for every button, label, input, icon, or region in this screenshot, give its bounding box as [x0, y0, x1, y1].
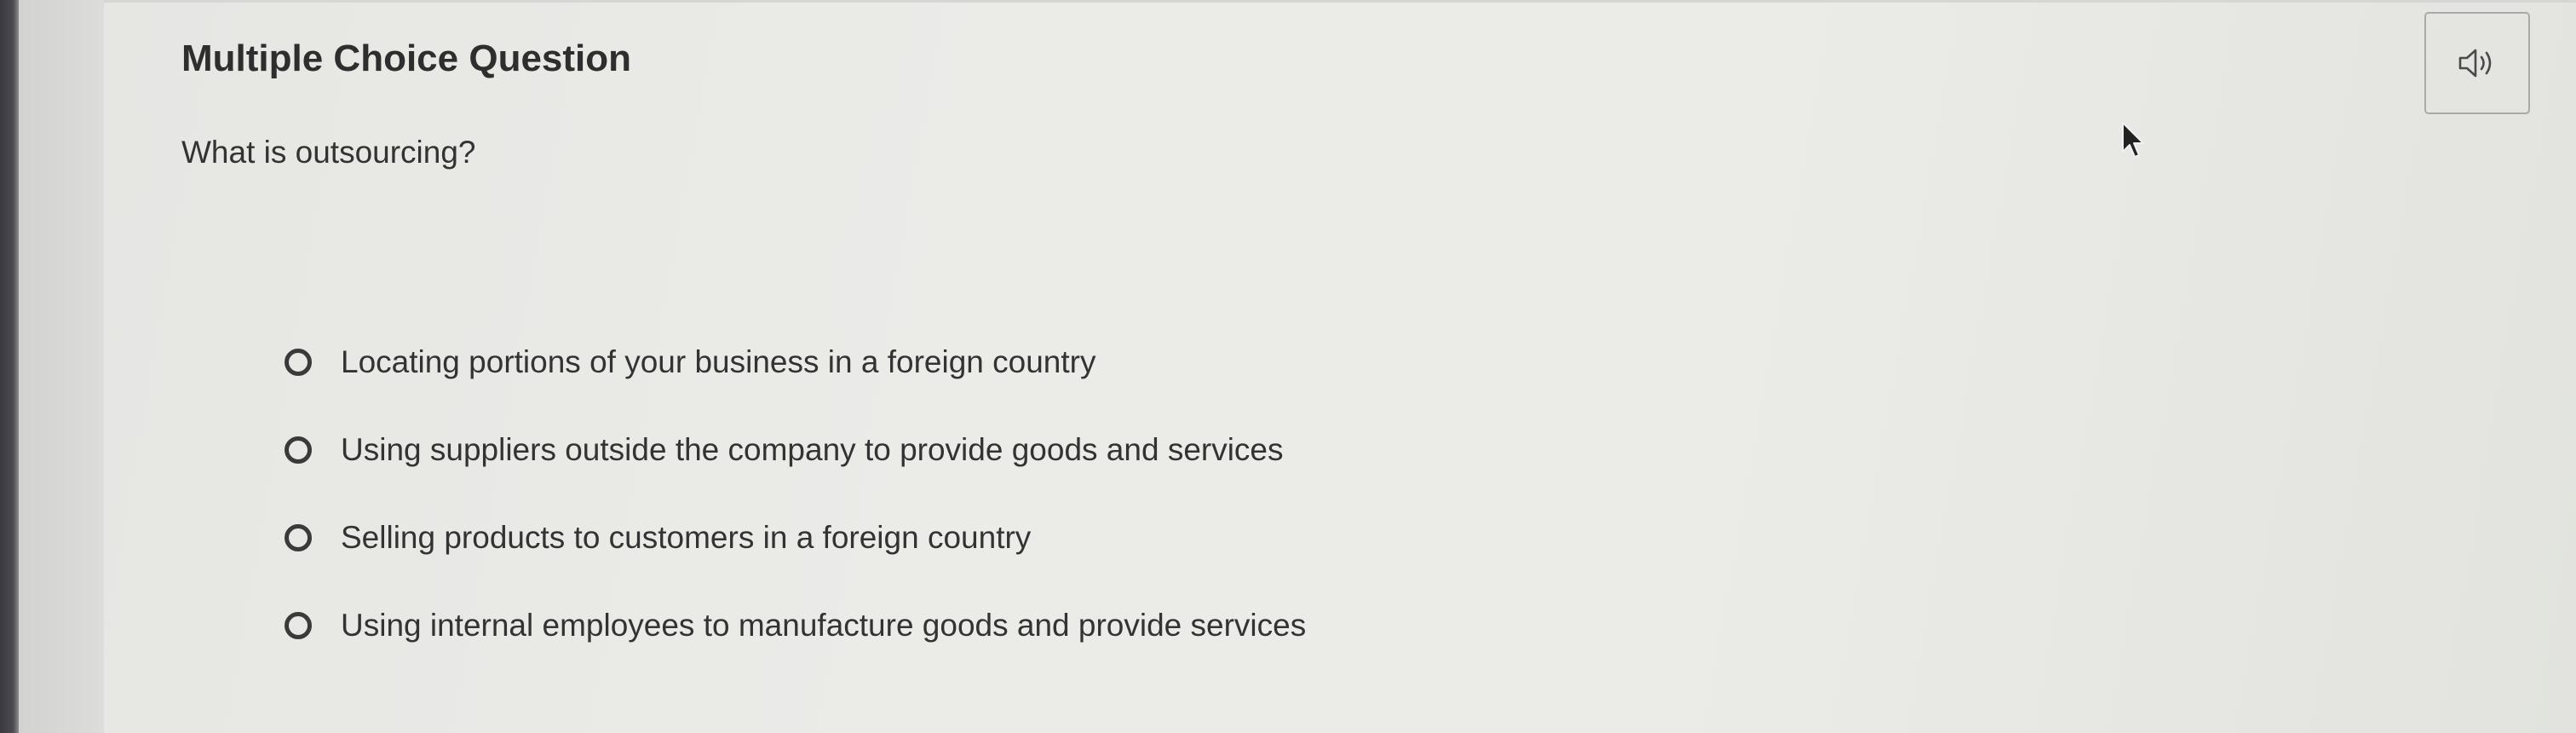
radio-button[interactable]: [285, 349, 312, 376]
answer-option[interactable]: Using suppliers outside the company to p…: [285, 429, 1306, 471]
question-prompt: What is outsourcing?: [181, 135, 476, 170]
question-type-title: Multiple Choice Question: [181, 38, 632, 79]
answer-option[interactable]: Locating portions of your business in a …: [285, 341, 1306, 384]
answer-option[interactable]: Selling products to customers in a forei…: [285, 517, 1306, 559]
answer-option-label[interactable]: Locating portions of your business in a …: [341, 344, 1095, 380]
mouse-pointer-icon: [2122, 122, 2144, 158]
radio-button[interactable]: [285, 436, 312, 464]
screen-left-edge: [0, 0, 19, 733]
answer-option-label[interactable]: Selling products to customers in a forei…: [341, 520, 1031, 556]
radio-button[interactable]: [285, 524, 312, 551]
answer-option-label[interactable]: Using internal employees to manufacture …: [341, 608, 1306, 644]
radio-button[interactable]: [285, 612, 312, 639]
answer-options: Locating portions of your business in a …: [285, 341, 1306, 692]
answer-option[interactable]: Using internal employees to manufacture …: [285, 604, 1306, 647]
read-aloud-button[interactable]: [2424, 12, 2530, 114]
speaker-icon: [2458, 49, 2492, 78]
left-gutter: [19, 0, 104, 733]
answer-option-label[interactable]: Using suppliers outside the company to p…: [341, 432, 1284, 468]
